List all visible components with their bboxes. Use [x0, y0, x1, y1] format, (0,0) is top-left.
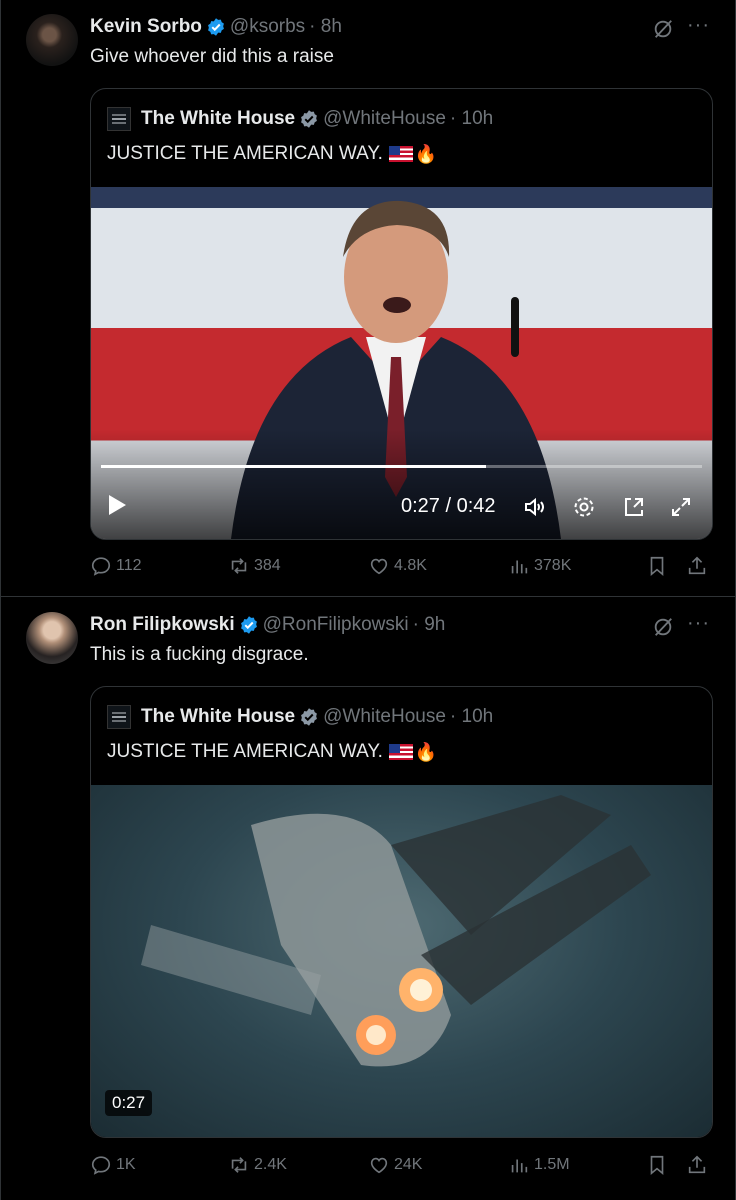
like-count: 4.8K: [394, 557, 427, 574]
reply-button[interactable]: 1K: [90, 1153, 136, 1177]
share-icon: [688, 1155, 706, 1174]
video-player[interactable]: 0:27 / 0:42: [91, 187, 712, 539]
us-flag-icon: [388, 146, 413, 162]
verified-gold-badge-icon: [301, 708, 318, 726]
volume-icon[interactable]: [523, 495, 547, 519]
quote-text: JUSTICE THE AMERICAN WAY. 🔥: [107, 741, 437, 763]
view-count: 1.5M: [534, 1156, 570, 1173]
quote-post-time[interactable]: · 10h: [450, 108, 493, 130]
repost-button[interactable]: 384: [228, 554, 281, 578]
picture-in-picture-icon[interactable]: [622, 495, 646, 519]
share-icon: [688, 556, 706, 575]
repost-icon: [231, 558, 247, 574]
fighter-jet-image: [141, 795, 651, 1067]
view-count: 378K: [534, 557, 572, 574]
bookmark-icon: [650, 556, 664, 577]
quote-post-time[interactable]: · 10h: [450, 706, 493, 728]
heart-icon: [370, 558, 388, 575]
video-duration-badge: 0:27: [105, 1090, 153, 1116]
quoted-tweet[interactable]: The White House @WhiteHouse · 10h JUSTIC…: [90, 88, 713, 540]
like-button[interactable]: 4.8K: [368, 554, 427, 578]
quote-header: The White House @WhiteHouse · 10h: [107, 107, 493, 131]
white-house-logo-icon: [107, 107, 131, 131]
author-handle[interactable]: @ksorbs: [230, 16, 305, 38]
repost-icon: [231, 1157, 247, 1173]
post-time[interactable]: · 9h: [413, 614, 446, 636]
tweet-text: Give whoever did this a raise: [90, 46, 334, 67]
quoted-tweet[interactable]: The White House @WhiteHouse · 10h JUSTIC…: [90, 686, 713, 1138]
analytics-icon: [511, 560, 528, 574]
tweet[interactable]: Ron Filipkowski @RonFilipkowski · 9h Thi…: [0, 598, 736, 1200]
reply-count: 112: [116, 557, 142, 574]
like-button[interactable]: 24K: [368, 1153, 422, 1177]
heart-icon: [370, 1157, 388, 1174]
grok-icon[interactable]: [652, 616, 674, 638]
avatar[interactable]: [26, 14, 78, 66]
fire-icon: 🔥: [414, 143, 438, 164]
video-time: 0:27 / 0:42: [401, 495, 496, 517]
author-name[interactable]: Ron Filipkowski: [90, 614, 235, 636]
repost-count: 384: [254, 557, 281, 574]
quote-header: The White House @WhiteHouse · 10h: [107, 705, 493, 729]
bookmark-button[interactable]: [646, 554, 672, 578]
reply-count: 1K: [116, 1156, 136, 1173]
quote-text-content: JUSTICE THE AMERICAN WAY.: [107, 741, 383, 762]
repost-count: 2.4K: [254, 1156, 287, 1173]
quote-text: JUSTICE THE AMERICAN WAY. 🔥: [107, 143, 437, 165]
fullscreen-icon[interactable]: [669, 495, 693, 519]
play-icon[interactable]: [109, 495, 126, 515]
microphone: [511, 297, 519, 357]
tweet-header: Ron Filipkowski @RonFilipkowski · 9h: [90, 614, 445, 636]
quote-author-name[interactable]: The White House: [141, 706, 295, 728]
share-button[interactable]: [686, 1153, 712, 1177]
repost-button[interactable]: 2.4K: [228, 1153, 287, 1177]
analytics-icon: [511, 1159, 528, 1173]
views-button[interactable]: 378K: [508, 554, 571, 578]
tweet-actions: 112 384 4.8K 378K: [90, 554, 711, 584]
bookmark-button[interactable]: [646, 1153, 672, 1177]
avatar[interactable]: [26, 612, 78, 664]
author-name[interactable]: Kevin Sorbo: [90, 16, 202, 38]
video-controls-shade: [91, 429, 712, 539]
like-count: 24K: [394, 1156, 423, 1173]
white-house-logo-icon: [107, 705, 131, 729]
more-options-button[interactable]: ···: [687, 612, 710, 635]
author-handle[interactable]: @RonFilipkowski: [263, 614, 409, 636]
quote-author-handle[interactable]: @WhiteHouse: [323, 706, 446, 728]
tweet-text: This is a fucking disgrace.: [90, 644, 309, 665]
reply-icon: [91, 1156, 111, 1175]
more-options-button[interactable]: ···: [687, 14, 710, 37]
verified-badge-icon: [240, 616, 257, 634]
us-flag-icon: [388, 744, 413, 760]
video-progress-fill: [101, 465, 486, 468]
reply-icon: [91, 557, 111, 576]
tweet[interactable]: Kevin Sorbo @ksorbs · 8h Give whoever di…: [0, 0, 736, 597]
quote-author-handle[interactable]: @WhiteHouse: [323, 108, 446, 130]
verified-gold-badge-icon: [301, 110, 318, 128]
video-progress-bar[interactable]: [101, 465, 702, 468]
share-button[interactable]: [686, 554, 712, 578]
reply-button[interactable]: 112: [90, 554, 142, 578]
grok-icon[interactable]: [652, 18, 674, 40]
quote-text-content: JUSTICE THE AMERICAN WAY.: [107, 143, 383, 164]
tweet-actions: 1K 2.4K 24K 1.5M: [90, 1153, 711, 1183]
quote-author-name[interactable]: The White House: [141, 108, 295, 130]
tweet-header: Kevin Sorbo @ksorbs · 8h: [90, 16, 342, 38]
settings-gear-icon[interactable]: [572, 495, 596, 519]
bookmark-icon: [650, 1155, 664, 1176]
verified-badge-icon: [207, 18, 224, 36]
views-button[interactable]: 1.5M: [508, 1153, 570, 1177]
video-thumbnail[interactable]: 0:27: [91, 785, 712, 1137]
post-time[interactable]: · 8h: [309, 16, 342, 38]
fire-icon: 🔥: [414, 741, 438, 762]
